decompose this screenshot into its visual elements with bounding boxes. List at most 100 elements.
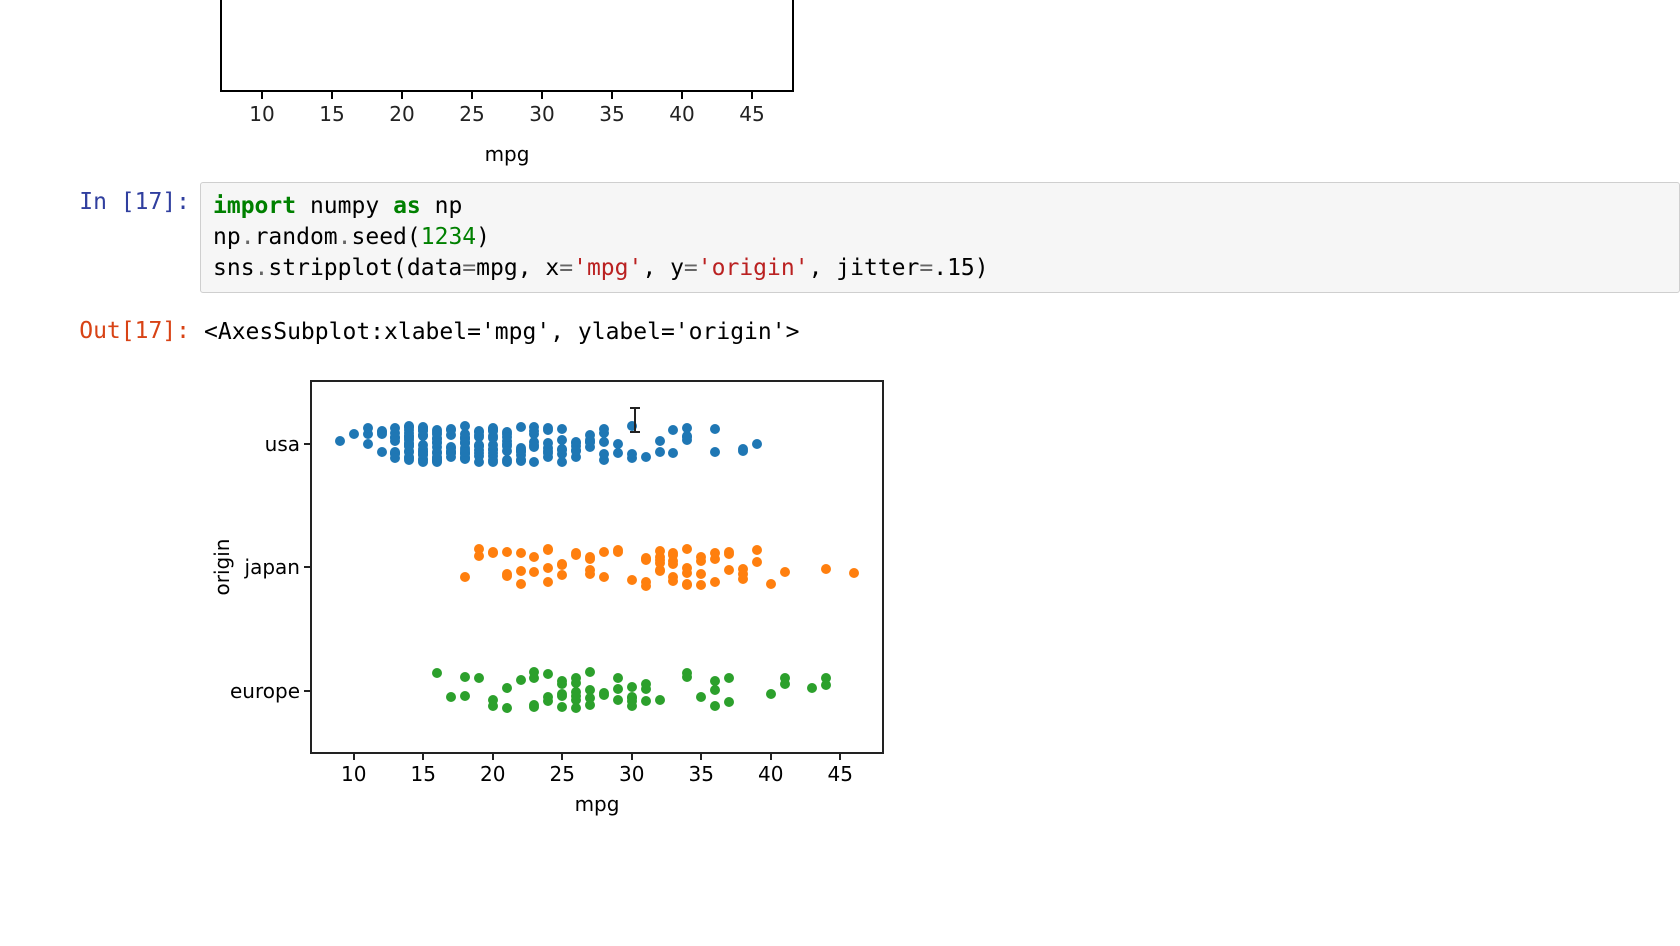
data-point (599, 572, 609, 582)
output-cell-17-text: Out[17]: <AxesSubplot:xlabel='mpg', ylab… (0, 299, 1680, 354)
data-point (724, 697, 734, 707)
data-point (446, 692, 456, 702)
data-point (599, 547, 609, 557)
xtick-label: 40 (758, 762, 783, 786)
data-point (488, 547, 498, 557)
data-point (807, 683, 817, 693)
data-point (529, 552, 539, 562)
ytick-label: europe (230, 679, 300, 703)
data-point (516, 445, 526, 455)
data-point (668, 576, 678, 586)
data-point (418, 422, 428, 432)
data-point (571, 687, 581, 697)
data-point (543, 577, 553, 587)
data-point (738, 446, 748, 456)
data-point (474, 457, 484, 467)
data-point (516, 548, 526, 558)
data-point (390, 436, 400, 446)
data-point (613, 684, 623, 694)
data-point (724, 547, 734, 557)
data-point (710, 685, 720, 695)
text-cursor-icon (634, 407, 636, 433)
data-point (571, 673, 581, 683)
stripplot-figure: origin mpg usajapaneurope101520253035404… (310, 380, 884, 754)
data-point (849, 568, 859, 578)
jupyter-notebook: 1015202530354045 mpg In [17]: import num… (0, 0, 1680, 760)
data-point (377, 427, 387, 437)
data-point (390, 453, 400, 463)
data-point (599, 428, 609, 438)
data-point (585, 685, 595, 695)
prev-xlabel: mpg (220, 142, 794, 166)
data-point (682, 672, 692, 682)
data-point (502, 432, 512, 442)
data-point (710, 701, 720, 711)
prev-xtick-label: 15 (319, 102, 344, 126)
data-point (668, 559, 678, 569)
data-point (585, 430, 595, 440)
data-point (627, 449, 637, 459)
data-point (363, 439, 373, 449)
data-point (363, 423, 373, 433)
xtick-label: 45 (828, 762, 853, 786)
data-point (432, 668, 442, 678)
output-repr: <AxesSubplot:xlabel='mpg', ylabel='origi… (200, 311, 1680, 348)
data-point (516, 579, 526, 589)
data-point (585, 667, 595, 677)
data-point (529, 702, 539, 712)
data-point (585, 700, 595, 710)
data-point (474, 544, 484, 554)
data-point (502, 455, 512, 465)
data-point (710, 577, 720, 587)
data-point (780, 567, 790, 577)
data-point (488, 701, 498, 711)
prev-xtick-label: 35 (599, 102, 624, 126)
data-point (613, 547, 623, 557)
data-point (502, 547, 512, 557)
data-point (655, 447, 665, 457)
data-point (752, 557, 762, 567)
data-point (543, 669, 553, 679)
output-cell-17-figure: origin mpg usajapaneurope101520253035404… (0, 354, 1680, 760)
data-point (474, 430, 484, 440)
data-point (516, 566, 526, 576)
xtick-label: 35 (689, 762, 714, 786)
data-point (460, 421, 470, 431)
data-point (766, 689, 776, 699)
data-point (543, 563, 553, 573)
data-point (655, 695, 665, 705)
xtick-label: 20 (480, 762, 505, 786)
data-point (821, 564, 831, 574)
xtick-label: 30 (619, 762, 644, 786)
code-editor[interactable]: import numpy as np np.random.seed(1234) … (200, 182, 1680, 293)
data-point (502, 683, 512, 693)
data-point (446, 452, 456, 462)
data-point (682, 563, 692, 573)
data-point (766, 579, 776, 589)
data-point (641, 696, 651, 706)
data-point (696, 580, 706, 590)
data-point (710, 424, 720, 434)
data-point (599, 437, 609, 447)
data-point (655, 436, 665, 446)
data-point (710, 447, 720, 457)
data-point (696, 569, 706, 579)
data-point (627, 575, 637, 585)
xlabel: mpg (312, 792, 882, 816)
previous-figure-axis: 1015202530354045 mpg (220, 0, 1680, 166)
data-point (557, 560, 567, 570)
data-point (502, 446, 512, 456)
data-point (641, 684, 651, 694)
data-point (613, 695, 623, 705)
data-point (613, 673, 623, 683)
data-point (668, 448, 678, 458)
data-point (724, 565, 734, 575)
data-point (599, 449, 609, 459)
data-point (641, 581, 651, 591)
data-point (529, 567, 539, 577)
data-point (418, 431, 428, 441)
prev-xtick-label: 10 (249, 102, 274, 126)
output-prompt: Out[17]: (0, 311, 200, 346)
strip-dots-layer (312, 382, 882, 752)
code-cell-17[interactable]: In [17]: import numpy as np np.random.se… (0, 176, 1680, 299)
